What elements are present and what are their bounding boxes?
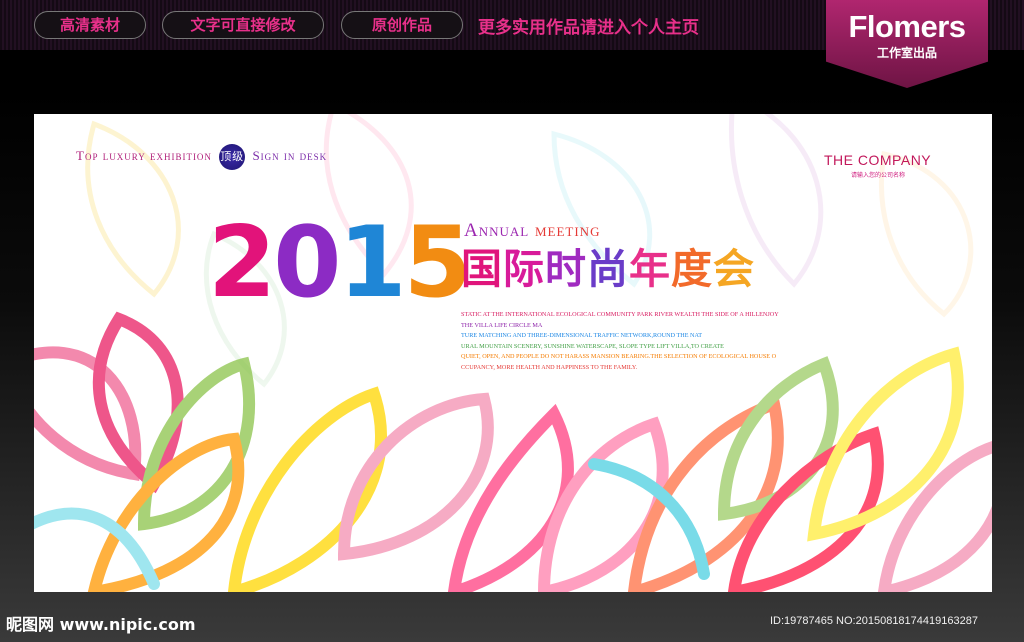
title-char: 会 (713, 245, 755, 293)
year-digit: 2 (208, 206, 276, 320)
title-char: 时 (545, 245, 587, 293)
poster-artwork: Top luxury exhibition 顶级 Sign in desk TH… (34, 114, 992, 592)
company-subtitle: 请输入您的公司名称 (851, 172, 906, 179)
tagline: Top luxury exhibition 顶级 Sign in desk (76, 144, 327, 170)
tagline-right: Sign in desk (252, 147, 328, 163)
year-digit: 5 (403, 206, 472, 320)
year-digit: 1 (338, 206, 406, 320)
image-id-label: ID:19787465 NO:20150818174419163287 (770, 615, 978, 627)
pill-original-work[interactable]: 原创作品 (341, 11, 463, 39)
title-char: 年 (629, 245, 671, 293)
title-char: 际 (503, 245, 545, 293)
paragraph-line: CCUPANCY, MORE HEALTH AND HAPPINESS TO T… (461, 363, 638, 371)
pill-editable-text[interactable]: 文字可直接修改 (162, 11, 324, 39)
paragraph-line: TURE MATCHING AND THREE-DIMENSIONAL TRAF… (461, 332, 703, 339)
description-paragraph: STATIC AT THE INTERNATIONAL ECOLOGICAL C… (461, 310, 821, 373)
annual-word: Annual (464, 220, 530, 241)
studio-badge: Flomers 工作室出品 (826, 0, 988, 88)
paragraph-line: STATIC AT THE INTERNATIONAL ECOLOGICAL C… (461, 311, 779, 318)
homepage-link[interactable]: 更多实用作品请进入个人主页 (478, 13, 699, 38)
title-char: 国 (461, 245, 503, 293)
annual-meeting-heading: Annual meeting (464, 220, 600, 242)
paragraph-line: URAL MOUNTAIN SCENERY, SUNSHINE WATERSCA… (461, 342, 724, 350)
paragraph-line: THE VILLA LIFE CIRCLE MA (461, 321, 543, 329)
pill-hd-material[interactable]: 高清素材 (34, 11, 146, 39)
year-heading: 2015 (208, 214, 472, 312)
meeting-word: meeting (534, 220, 601, 241)
nipic-watermark: 昵图网 www.nipic.com (6, 615, 196, 634)
studio-subtitle: 工作室出品 (876, 46, 937, 60)
tagline-badge: 顶级 (219, 144, 246, 170)
tagline-left: Top luxury exhibition (76, 147, 212, 163)
company-name: THE COMPANY (824, 152, 932, 168)
year-digit: 0 (273, 206, 341, 320)
studio-logo-text: Flomers (848, 9, 966, 44)
chinese-title: 国际时尚年度会 (461, 249, 755, 290)
paragraph-line: QUIET, OPEN, AND PEOPLE DO NOT HARASS MA… (461, 353, 777, 360)
title-char: 尚 (587, 245, 629, 293)
title-char: 度 (671, 245, 713, 293)
